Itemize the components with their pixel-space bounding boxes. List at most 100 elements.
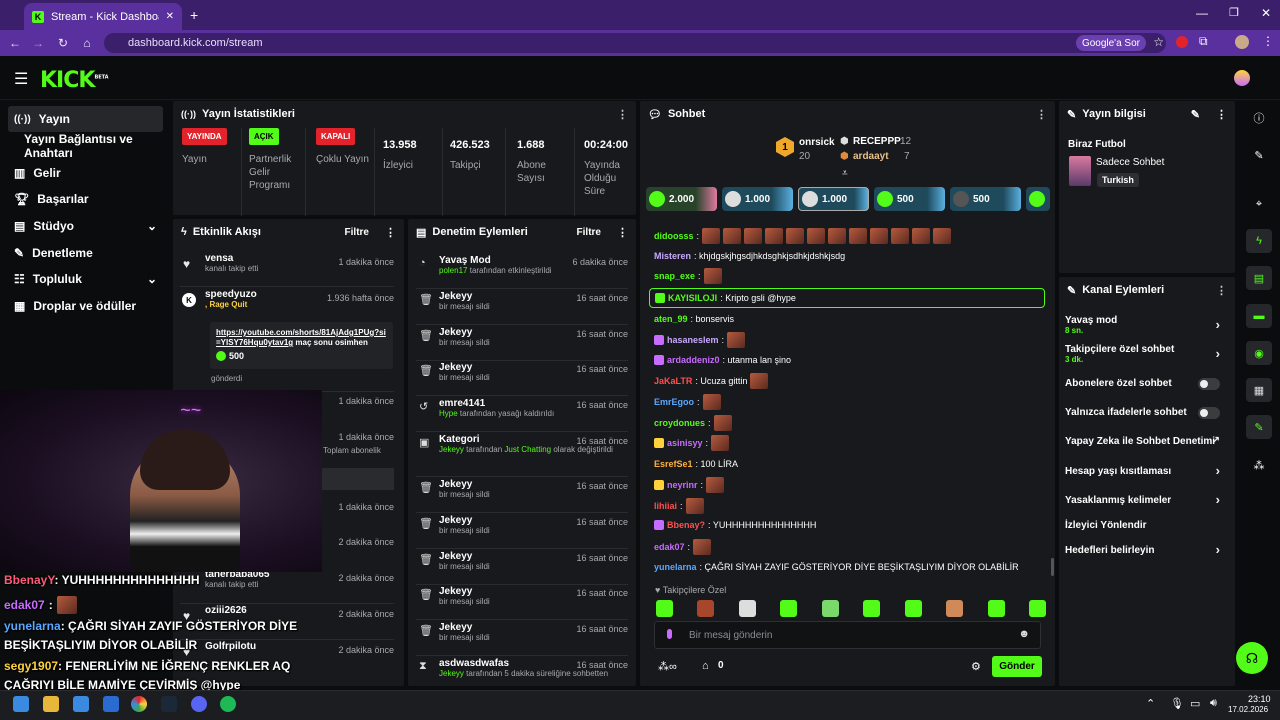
windows-start-icon[interactable]	[13, 696, 29, 712]
emote-icon[interactable]	[904, 600, 922, 617]
extension-icon[interactable]	[1176, 36, 1188, 48]
chat-user[interactable]: snap_exe	[654, 271, 695, 281]
chat-scrollbar[interactable]	[1051, 558, 1054, 576]
tray-chevron-icon[interactable]: ⌃	[1146, 697, 1155, 710]
infinity-icon[interactable]: ⁂∞	[658, 660, 677, 673]
home-icon[interactable]: ⌂	[79, 35, 95, 51]
puzzle-icon[interactable]: ⧉	[1199, 34, 1208, 49]
sidebar-item-yayin[interactable]: ((·)) Yayın	[8, 106, 163, 132]
action-ai-moderation[interactable]: Yapay Zeka ile Sohbet Denetimi ↗	[1065, 435, 1230, 447]
back-icon[interactable]: ←	[7, 35, 23, 51]
minimize-icon[interactable]: —	[1196, 6, 1208, 20]
more-options-icon[interactable]: ⋮	[1036, 108, 1047, 121]
more-options-icon[interactable]: ⋮	[617, 108, 628, 121]
chat-user[interactable]: hasaneslem	[667, 335, 719, 345]
kicks-pill[interactable]: 1.000	[722, 187, 793, 211]
emote-icon[interactable]	[821, 600, 839, 617]
forward-icon[interactable]: →	[30, 35, 46, 51]
chat-user[interactable]: croydonues	[654, 418, 705, 428]
chat-input[interactable]: Bir mesaj gönderin ☻	[654, 621, 1041, 649]
more-options-icon[interactable]: ⋮	[1216, 108, 1227, 121]
reload-icon[interactable]: ↻	[55, 35, 71, 51]
action-followers-only[interactable]: Takipçilere özel sohbet 3 dk. ›	[1065, 344, 1230, 364]
sidebar-item-denetleme[interactable]: ✎ Denetleme	[8, 240, 163, 266]
chat-user[interactable]: aten_99	[654, 314, 688, 324]
mod-actor[interactable]: Jekeyy	[439, 669, 464, 678]
emote-icon[interactable]	[987, 600, 1005, 617]
sidebar-item-studyo[interactable]: ▤ Stüdyo ⌄	[8, 213, 163, 239]
apps-icon[interactable]: ⁂	[1246, 453, 1272, 477]
mod-category[interactable]: Just Chatting	[504, 445, 551, 454]
hamburger-menu-icon[interactable]: ☰	[14, 69, 28, 89]
chat-user[interactable]: asinisyy	[667, 438, 703, 448]
kicks-pill[interactable]: 500	[950, 187, 1021, 211]
browser-tab[interactable]: K Stream - Kick Dashboard ✕	[24, 3, 182, 30]
filter-button[interactable]: Filtre	[345, 227, 369, 238]
steam-icon[interactable]	[161, 696, 177, 712]
filter-button[interactable]: Filtre	[577, 227, 601, 238]
emote-icon[interactable]	[946, 600, 964, 617]
google-ask-chip[interactable]: Google'a Sor	[1075, 35, 1146, 51]
chat-user[interactable]: lihiiai	[654, 501, 677, 511]
more-options-icon[interactable]: ⋮	[617, 226, 628, 239]
category-name[interactable]: Sadece Sohbet	[1096, 157, 1164, 168]
mod-actor[interactable]: Hype	[439, 409, 458, 418]
support-headset-icon[interactable]: ☊	[1236, 642, 1268, 674]
chat-user[interactable]: neyrinr	[667, 480, 698, 490]
kicks-pill[interactable]: 2.000	[646, 187, 717, 211]
send-button[interactable]: Gönder	[992, 656, 1042, 677]
discord-icon[interactable]	[191, 696, 207, 712]
volume-icon[interactable]: 🔊︎	[1210, 697, 1217, 710]
chat-user[interactable]: EsrefSe1	[654, 459, 693, 469]
outlook-icon[interactable]	[103, 696, 119, 712]
chat-user[interactable]: JaKaLTR	[654, 376, 692, 386]
bookmark-star-icon[interactable]: ☆	[1153, 35, 1164, 49]
taskbar-date[interactable]: 17.02.2026	[1228, 705, 1268, 714]
sidebar-item-topluluk[interactable]: ☷ Topluluk ⌄	[8, 266, 163, 292]
chat-user[interactable]: Bbenay?	[667, 520, 705, 530]
new-tab-icon[interactable]: +	[190, 7, 198, 23]
chat-user[interactable]: didoosss	[654, 231, 694, 241]
capture-icon[interactable]: ⌖	[1246, 192, 1272, 216]
top2-name[interactable]: RECEPPP	[853, 136, 901, 147]
sidebar-item-stream-key[interactable]: Yayın Bağlantısı ve Anahtarı	[18, 132, 170, 160]
action-account-age[interactable]: Hesap yaşı kısıtlaması ›	[1065, 463, 1230, 478]
close-window-icon[interactable]: ✕	[1261, 6, 1271, 20]
chat-user[interactable]: Misteren	[654, 251, 691, 261]
action-subs-only[interactable]: Abonelere özel sohbet	[1065, 378, 1230, 390]
browser-menu-icon[interactable]: ⋮	[1262, 34, 1274, 48]
action-slow-mode[interactable]: Yavaş mod 8 sn. ›	[1065, 315, 1230, 335]
address-bar[interactable]: dashboard.kick.com/stream Google'a Sor ☆	[104, 33, 1166, 53]
more-options-icon[interactable]: ⋮	[1216, 284, 1227, 297]
sidebar-item-droplar[interactable]: ▦ Droplar ve ödüller	[8, 293, 163, 319]
sidebar-item-gelir[interactable]: ▥ Gelir	[8, 160, 163, 186]
action-banned-words[interactable]: Yasaklanmış kelimeler ›	[1065, 492, 1230, 507]
mic-tray-icon[interactable]: 🎙︎	[1170, 697, 1184, 710]
emotes-only-toggle[interactable]	[1198, 407, 1220, 419]
collapse-icon[interactable]: ⩡	[842, 168, 848, 179]
profile-avatar-icon[interactable]	[1235, 35, 1249, 49]
close-tab-icon[interactable]: ✕	[166, 11, 174, 22]
emote-icon[interactable]	[780, 600, 798, 617]
subs-only-toggle[interactable]	[1198, 378, 1220, 390]
activity-icon[interactable]: ϟ	[1246, 229, 1272, 253]
emoji-icon[interactable]: ☻	[1018, 628, 1030, 640]
broadcast-icon[interactable]: ◉	[1246, 341, 1272, 365]
chat-user[interactable]: edak07	[654, 542, 685, 552]
user-avatar[interactable]	[1234, 70, 1250, 86]
settings-gear-icon[interactable]: ⚙	[971, 660, 981, 673]
sidebar-item-basarilar[interactable]: 🏆︎ Başarılar	[8, 186, 163, 212]
emote-icon[interactable]	[863, 600, 881, 617]
action-emotes-only[interactable]: Yalnızca ifadelerle sohbet	[1065, 407, 1230, 419]
mod-log-icon[interactable]: ▤	[1246, 266, 1272, 290]
kick-logo[interactable]: KICKBETA	[40, 68, 109, 93]
emote-icon[interactable]	[1028, 600, 1046, 617]
chat-icon[interactable]: ▬	[1246, 304, 1272, 328]
action-goals[interactable]: Hedefleri belirleyin ›	[1065, 542, 1230, 557]
kicks-pill[interactable]	[1026, 187, 1050, 211]
leader-name[interactable]: onrsick	[799, 137, 835, 148]
file-explorer-icon[interactable]	[43, 696, 59, 712]
emote-icon[interactable]	[738, 600, 756, 617]
mod-actor[interactable]: polen17	[439, 266, 467, 275]
store-icon[interactable]	[73, 696, 89, 712]
